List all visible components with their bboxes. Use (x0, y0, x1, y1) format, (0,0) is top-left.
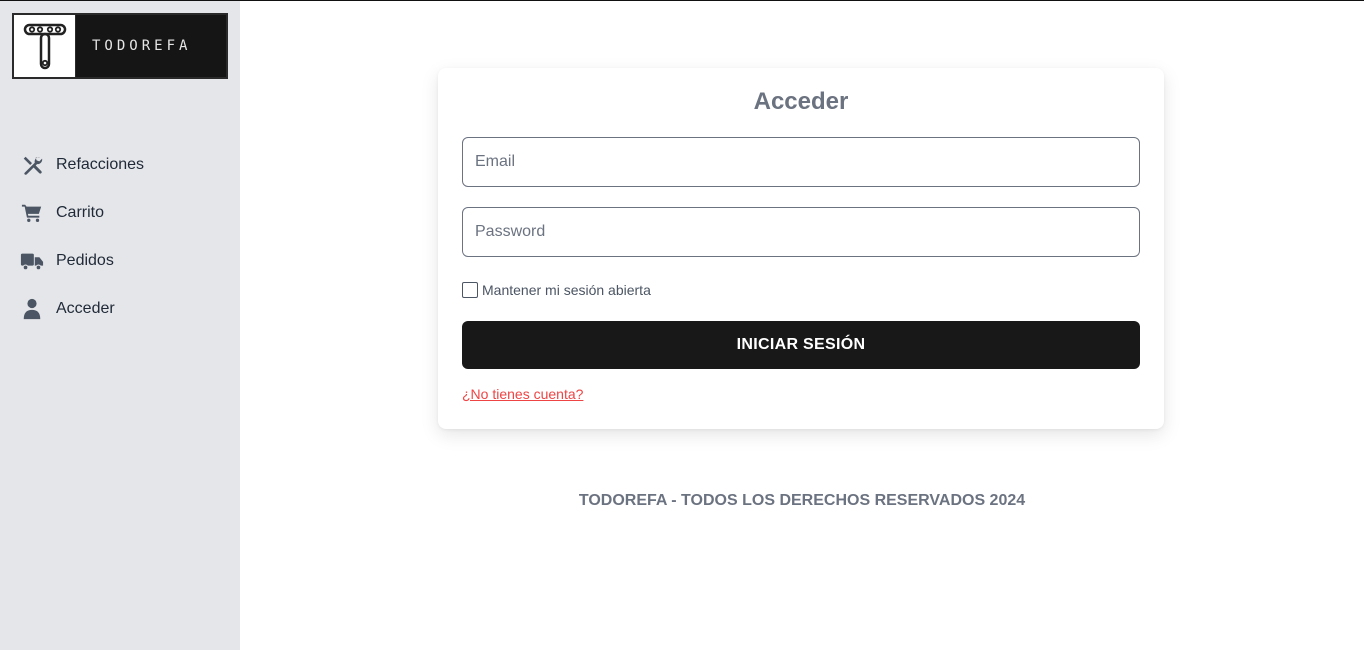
user-icon (20, 297, 44, 321)
sidebar-item-label: Carrito (56, 204, 105, 221)
password-input[interactable] (462, 207, 1140, 257)
email-input[interactable] (462, 137, 1140, 187)
sidebar-item-refacciones[interactable]: Refacciones (0, 141, 240, 189)
sidebar-item-pedidos[interactable]: Pedidos (0, 237, 240, 285)
sidebar-item-label: Acceder (56, 300, 115, 317)
app-root: TODOREFA Refacciones Carrito Pedidos Acc… (0, 0, 1364, 650)
remember-me-label: Mantener mi sesión abierta (482, 282, 651, 298)
tools-icon (20, 153, 44, 177)
brand-name: TODOREFA (76, 15, 226, 77)
login-button[interactable]: INICIAR SESIÓN (462, 321, 1140, 369)
sidebar-item-acceder[interactable]: Acceder (0, 285, 240, 333)
sidebar: TODOREFA Refacciones Carrito Pedidos Acc… (0, 1, 240, 650)
truck-icon (20, 249, 44, 273)
logo-mark-icon (14, 15, 76, 77)
remember-me-checkbox[interactable] (462, 282, 478, 298)
signup-link[interactable]: ¿No tienes cuenta? (462, 386, 583, 402)
sidebar-nav: Refacciones Carrito Pedidos Acceder (0, 141, 240, 333)
footer-text: TODOREFA - TODOS LOS DERECHOS RESERVADOS… (578, 492, 1026, 509)
login-card: Acceder Mantener mi sesión abierta INICI… (438, 68, 1164, 429)
remember-me[interactable]: Mantener mi sesión abierta (462, 282, 651, 298)
sidebar-item-label: Pedidos (56, 252, 114, 269)
sidebar-item-carrito[interactable]: Carrito (0, 189, 240, 237)
login-title: Acceder (753, 88, 849, 115)
brand-logo[interactable]: TODOREFA (12, 13, 228, 79)
sidebar-item-label: Refacciones (56, 156, 145, 173)
cart-icon (20, 201, 44, 225)
